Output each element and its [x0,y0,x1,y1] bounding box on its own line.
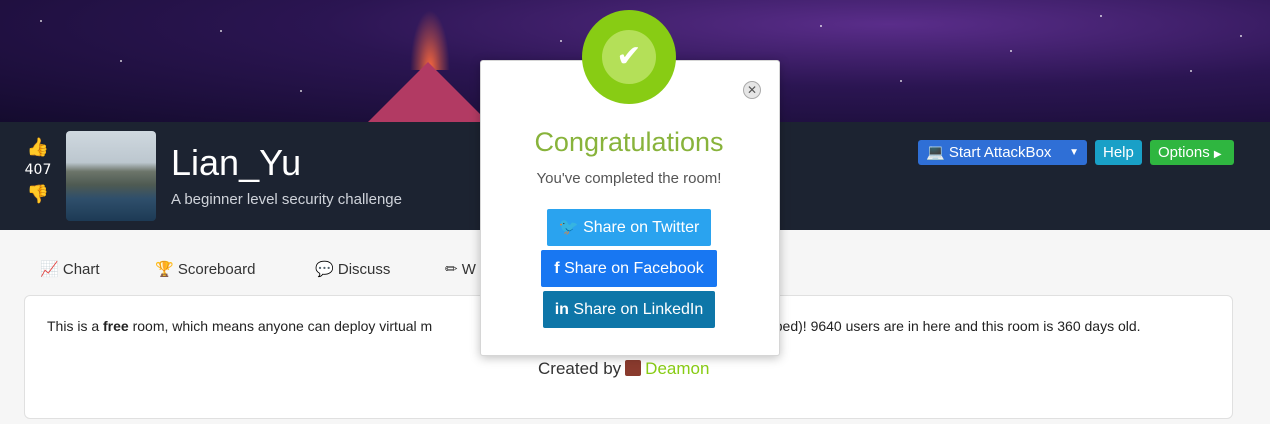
thumbs-down-icon[interactable]: 👎 [22,184,54,205]
thumbs-up-icon[interactable]: 👍 [22,137,54,158]
volcano-graphic [368,62,488,122]
room-title: Lian_Yu [171,142,302,183]
share-facebook-button[interactable]: f Share on Facebook [541,250,717,287]
laptop-icon: 💻 [926,144,945,161]
modal-message: You've completed the room! [536,170,722,187]
share-twitter-button[interactable]: 🐦 Share on Twitter [547,209,711,246]
help-button[interactable]: Help [1095,140,1142,165]
checkmark-icon: ✔ [602,30,656,84]
tab-chart[interactable]: 📈 Chart [40,260,100,278]
room-description-tail: cribed)! 9640 users are in here and this… [760,318,1141,334]
chart-line-icon: 📈 [40,261,59,278]
comments-icon: 💬 [315,261,334,278]
tab-writeups[interactable]: ✏ W [445,260,476,278]
pencil-icon: ✏ [445,261,458,278]
author-avatar [625,360,642,376]
facebook-icon: f [554,260,560,277]
tab-discuss[interactable]: 💬 Discuss [315,260,390,278]
vote-widget: 👍 407 👎 [22,137,54,205]
success-badge: ✔ [582,10,676,104]
caret-right-icon: ▶ [1213,149,1222,160]
room-subtitle: A beginner level security challenge [171,191,402,208]
vote-count: 407 [24,162,52,178]
share-linkedin-button[interactable]: in Share on LinkedIn [543,291,715,328]
created-by: Created by Deamon [538,359,710,378]
modal-title: Congratulations [534,127,724,157]
volcano-eruption-graphic [410,10,450,70]
tab-scoreboard[interactable]: 🏆 Scoreboard [155,260,255,278]
author-link[interactable]: Deamon [645,359,709,378]
start-attackbox-button[interactable]: 💻 Start AttackBox ▼ [918,140,1087,165]
close-icon[interactable]: ✕ [743,81,761,99]
linkedin-icon: in [554,301,569,318]
caret-down-icon: ▼ [1069,147,1079,158]
room-description: This is a free room, which means anyone … [47,318,433,334]
room-image [66,131,156,221]
options-button[interactable]: Options ▶ [1150,140,1234,165]
twitter-icon: 🐦 [558,219,579,236]
trophy-icon: 🏆 [155,261,174,278]
